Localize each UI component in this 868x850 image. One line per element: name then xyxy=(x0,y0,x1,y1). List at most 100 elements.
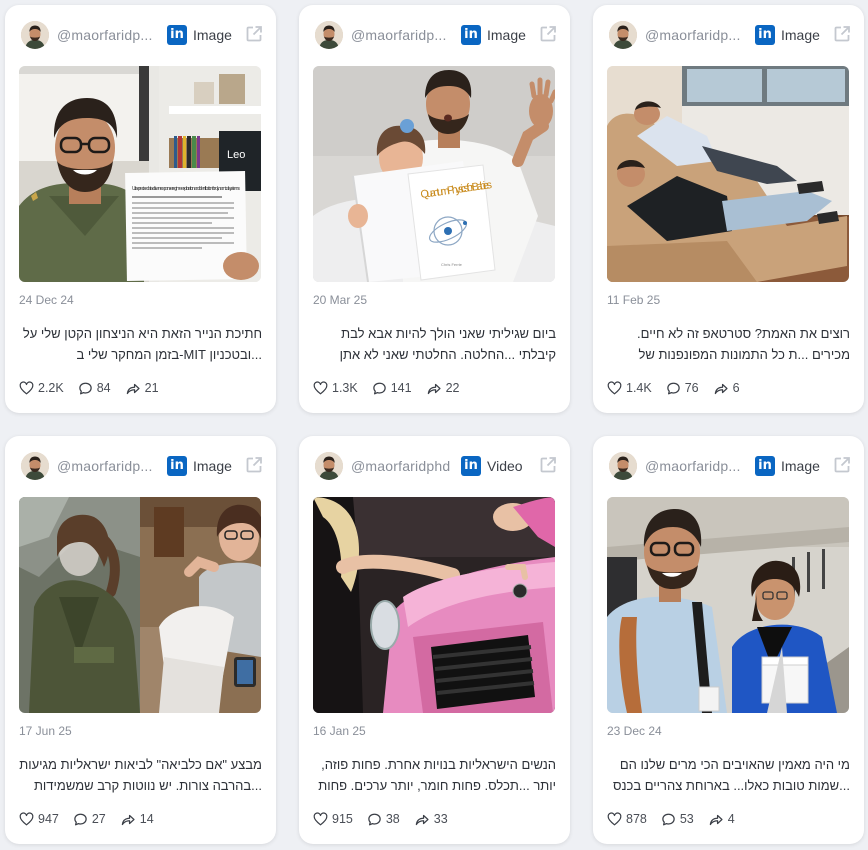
post-stats: 1.3K 141 22 xyxy=(313,378,473,398)
card-header: @maorfaridphd in Video xyxy=(313,451,558,481)
post-stats: 947 27 14 xyxy=(19,809,168,829)
likes-count: 947 xyxy=(38,812,59,826)
card-header: @maorfaridp... in Image xyxy=(19,20,264,50)
author-handle[interactable]: @maorfaridp... xyxy=(351,27,447,43)
avatar[interactable] xyxy=(315,21,343,49)
media-type-label: Image xyxy=(781,458,820,474)
post-image[interactable] xyxy=(19,497,261,713)
author-handle[interactable]: @maorfaridp... xyxy=(57,458,153,474)
post-date: 24 Dec 24 xyxy=(19,293,74,307)
post-card[interactable]: @maorfaridp... in Image Leo Ultra-precis… xyxy=(5,5,276,413)
linkedin-icon: in xyxy=(461,456,481,476)
paper-title: Ultra-precise data-driven response regim… xyxy=(132,186,241,192)
shares-stat: 14 xyxy=(120,812,154,827)
post-stats: 1.4K 76 6 xyxy=(607,378,754,398)
linkedin-icon: in xyxy=(167,25,187,45)
likes-count: 878 xyxy=(626,812,647,826)
external-link-icon[interactable] xyxy=(538,24,558,44)
post-image[interactable] xyxy=(607,497,849,713)
avatar[interactable] xyxy=(21,452,49,480)
comments-stat: 141 xyxy=(372,381,412,396)
media-type-label: Image xyxy=(193,27,232,43)
external-link-icon[interactable] xyxy=(244,455,264,475)
comments-stat: 27 xyxy=(73,812,106,827)
heart-icon xyxy=(19,812,34,827)
post-caption: הנשים הישראליות בנויות אחרת. פחות פוזה, … xyxy=(318,757,556,793)
share-icon xyxy=(125,381,141,396)
author-handle[interactable]: @maorfaridp... xyxy=(57,27,153,43)
linkedin-icon: in xyxy=(461,25,481,45)
likes-stat: 947 xyxy=(19,812,59,827)
likes-count: 1.3K xyxy=(332,381,358,395)
external-link-icon[interactable] xyxy=(538,455,558,475)
avatar[interactable] xyxy=(609,452,637,480)
post-image[interactable]: Quantum Physics for Babies Chris Ferrie xyxy=(313,66,555,282)
external-link-icon[interactable] xyxy=(832,24,852,44)
media-type-label: Image xyxy=(193,458,232,474)
shares-count: 21 xyxy=(144,381,159,395)
author-handle[interactable]: @maorfaridp... xyxy=(645,458,741,474)
heart-icon xyxy=(313,381,328,396)
comments-count: 27 xyxy=(91,812,106,826)
likes-stat: 2.2K xyxy=(19,381,64,396)
heart-icon xyxy=(607,812,622,827)
author-handle[interactable]: @maorfaridphd xyxy=(351,458,450,474)
likes-stat: 915 xyxy=(313,812,353,827)
post-card[interactable]: @maorfaridp... in Image xyxy=(593,436,864,844)
external-link-icon[interactable] xyxy=(832,455,852,475)
shares-stat: 4 xyxy=(708,812,735,827)
comments-stat: 84 xyxy=(78,381,111,396)
author-handle[interactable]: @maorfaridp... xyxy=(645,27,741,43)
avatar[interactable] xyxy=(609,21,637,49)
comments-stat: 76 xyxy=(666,381,699,396)
comment-icon xyxy=(73,812,88,827)
likes-stat: 1.3K xyxy=(313,381,358,396)
card-header: @maorfaridp... in Image xyxy=(313,20,558,50)
avatar[interactable] xyxy=(315,452,343,480)
post-caption: רוצים את האמת? סטרטאפ זה לא חיים. מכירים… xyxy=(637,326,850,362)
post-image[interactable] xyxy=(313,497,555,713)
share-icon xyxy=(414,812,430,827)
post-image[interactable]: Leo Ultra-precise data-driven response r… xyxy=(19,66,261,282)
comments-count: 76 xyxy=(684,381,699,395)
media-type-label: Video xyxy=(487,458,523,474)
post-card[interactable]: @maorfaridp... in Image xyxy=(5,436,276,844)
comments-stat: 38 xyxy=(367,812,400,827)
likes-stat: 878 xyxy=(607,812,647,827)
post-date: 23 Dec 24 xyxy=(607,724,662,738)
linkedin-icon: in xyxy=(755,25,775,45)
post-caption: מי היה מאמין שהאויבים הכי מרים שלנו הם .… xyxy=(612,757,850,793)
comments-stat: 53 xyxy=(661,812,694,827)
comment-icon xyxy=(367,812,382,827)
avatar[interactable] xyxy=(21,21,49,49)
comments-count: 141 xyxy=(390,381,412,395)
post-date: 16 Jan 25 xyxy=(313,724,366,738)
comment-icon xyxy=(666,381,681,396)
post-image[interactable] xyxy=(607,66,849,282)
post-date: 20 Mar 25 xyxy=(313,293,368,307)
shares-stat: 22 xyxy=(426,381,460,396)
post-date: 17 Jun 25 xyxy=(19,724,72,738)
post-stats: 2.2K 84 21 xyxy=(19,378,173,398)
post-card[interactable]: @maorfaridp... in Image 11 Feb 25 רוצים … xyxy=(593,5,864,413)
shares-count: 4 xyxy=(727,812,735,826)
comment-icon xyxy=(661,812,676,827)
post-card[interactable]: @maorfaridphd in Video 16 Jan 25 הנשים ה… xyxy=(299,436,570,844)
post-caption: חתיכת הנייר הזאת היא הניצחון הקטן שלי על… xyxy=(22,326,262,362)
heart-icon xyxy=(607,381,622,396)
heart-icon xyxy=(19,381,34,396)
shares-count: 22 xyxy=(445,381,460,395)
share-icon xyxy=(426,381,442,396)
share-icon xyxy=(708,812,724,827)
book-author: Chris Ferrie xyxy=(441,262,463,267)
post-card[interactable]: @maorfaridp... in Image Quantum Physics … xyxy=(299,5,570,413)
post-caption: ביום שגיליתי שאני הולך להיות אבא לבת קיב… xyxy=(339,326,556,362)
external-link-icon[interactable] xyxy=(244,24,264,44)
likes-count: 915 xyxy=(332,812,353,826)
comments-count: 53 xyxy=(679,812,694,826)
comments-count: 84 xyxy=(96,381,111,395)
post-caption: מבצע "אם כלביאה" לביאות ישראליות מגיעות … xyxy=(19,757,262,793)
shares-stat: 6 xyxy=(713,381,740,396)
card-header: @maorfaridp... in Image xyxy=(607,451,852,481)
linkedin-icon: in xyxy=(167,456,187,476)
